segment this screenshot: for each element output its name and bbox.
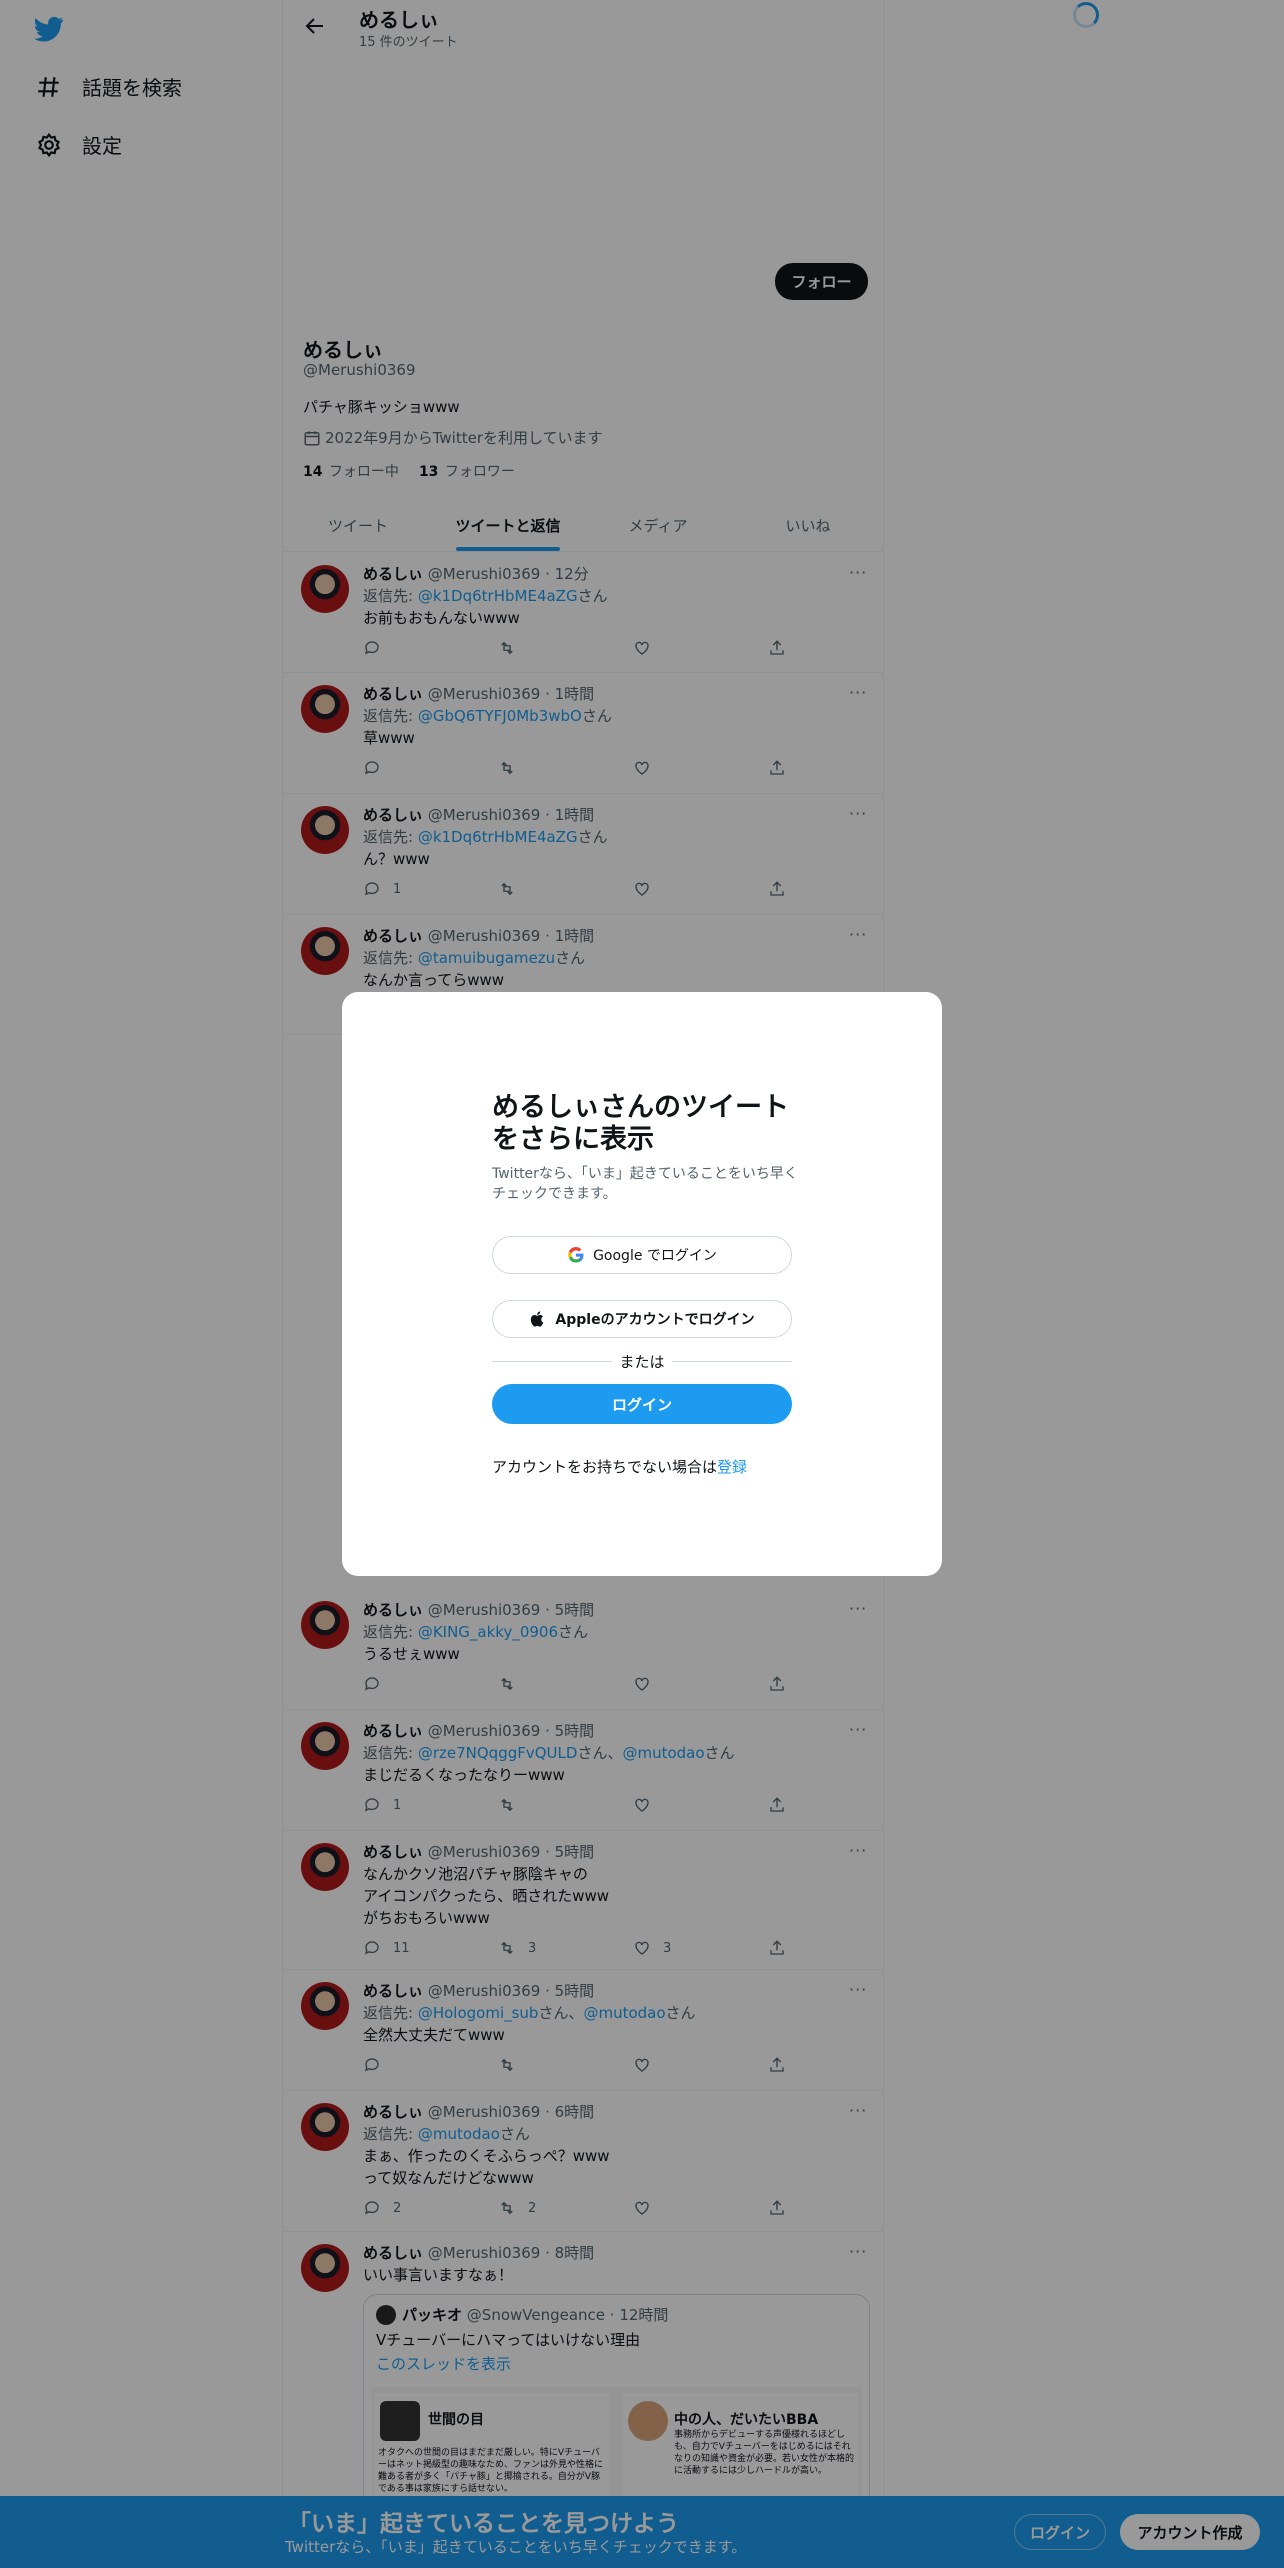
google-login-label: Google でログイン bbox=[593, 1248, 717, 1264]
bottom-login-button[interactable]: ログイン bbox=[1014, 2514, 1106, 2550]
google-icon bbox=[568, 1247, 584, 1263]
signup-prompt: アカウントをお持ちでない場合は登録 bbox=[492, 1456, 747, 1477]
apple-login-button[interactable]: Appleのアカウントでログイン bbox=[492, 1300, 792, 1338]
or-divider: または bbox=[492, 1351, 792, 1371]
modal-login-button[interactable]: ログイン bbox=[492, 1384, 792, 1424]
bottom-signup-button[interactable]: アカウント作成 bbox=[1120, 2514, 1260, 2550]
signup-prefix: アカウントをお持ちでない場合は bbox=[492, 1458, 718, 1476]
signup-link[interactable]: 登録 bbox=[717, 1458, 747, 1476]
bottom-signup-bar: 「いま」起きていることを見つけよう Twitterなら、「いま」起きていることを… bbox=[0, 2496, 1284, 2568]
modal-title: めるしぃさんのツイートをさらに表示 bbox=[492, 1092, 789, 1155]
login-modal: めるしぃさんのツイートをさらに表示 Twitterなら、「いま」起きていることを… bbox=[342, 992, 942, 1576]
bottom-bar-title: 「いま」起きていることを見つけよう bbox=[288, 2511, 679, 2537]
or-label: または bbox=[619, 1353, 665, 1371]
modal-subtitle: Twitterなら、「いま」起きていることをいち早くチェックできます。 bbox=[492, 1166, 798, 1202]
bottom-bar-subtitle: Twitterなら、「いま」起きていることをいち早くチェックできます。 bbox=[285, 2538, 747, 2556]
google-login-button[interactable]: Google でログイン bbox=[492, 1236, 792, 1274]
apple-icon bbox=[531, 1311, 544, 1327]
apple-login-label: Appleのアカウントでログイン bbox=[555, 1312, 755, 1328]
